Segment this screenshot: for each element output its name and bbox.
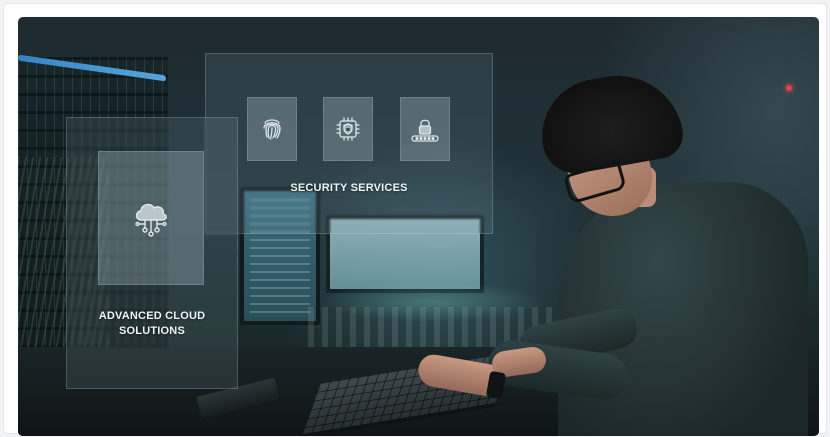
chip-security-tile [323, 97, 373, 161]
wristwatch [485, 370, 507, 400]
cloud-tile [98, 151, 204, 285]
cloud-label-line-1: ADVANCED CLOUD [98, 310, 206, 322]
cloud-label-line-2: SOLUTIONS [119, 325, 185, 337]
cloud-solutions-label: ADVANCED CLOUD SOLUTIONS [67, 309, 237, 339]
password-lock-tile [400, 97, 450, 161]
hero-image: SECURITY SERVICES ADVANCED CLOUD SOLUTIO… [18, 17, 819, 436]
fingerprint-tile [247, 97, 297, 161]
security-services-panel: SECURITY SERVICES [205, 53, 493, 234]
cloud-solutions-panel: ADVANCED CLOUD SOLUTIONS [66, 117, 238, 389]
password-lock-icon [411, 119, 439, 142]
chip-shield-icon [336, 117, 360, 141]
fingerprint-icon [263, 119, 281, 140]
cloud-network-icon [135, 203, 167, 237]
security-services-label: SECURITY SERVICES [290, 182, 408, 194]
